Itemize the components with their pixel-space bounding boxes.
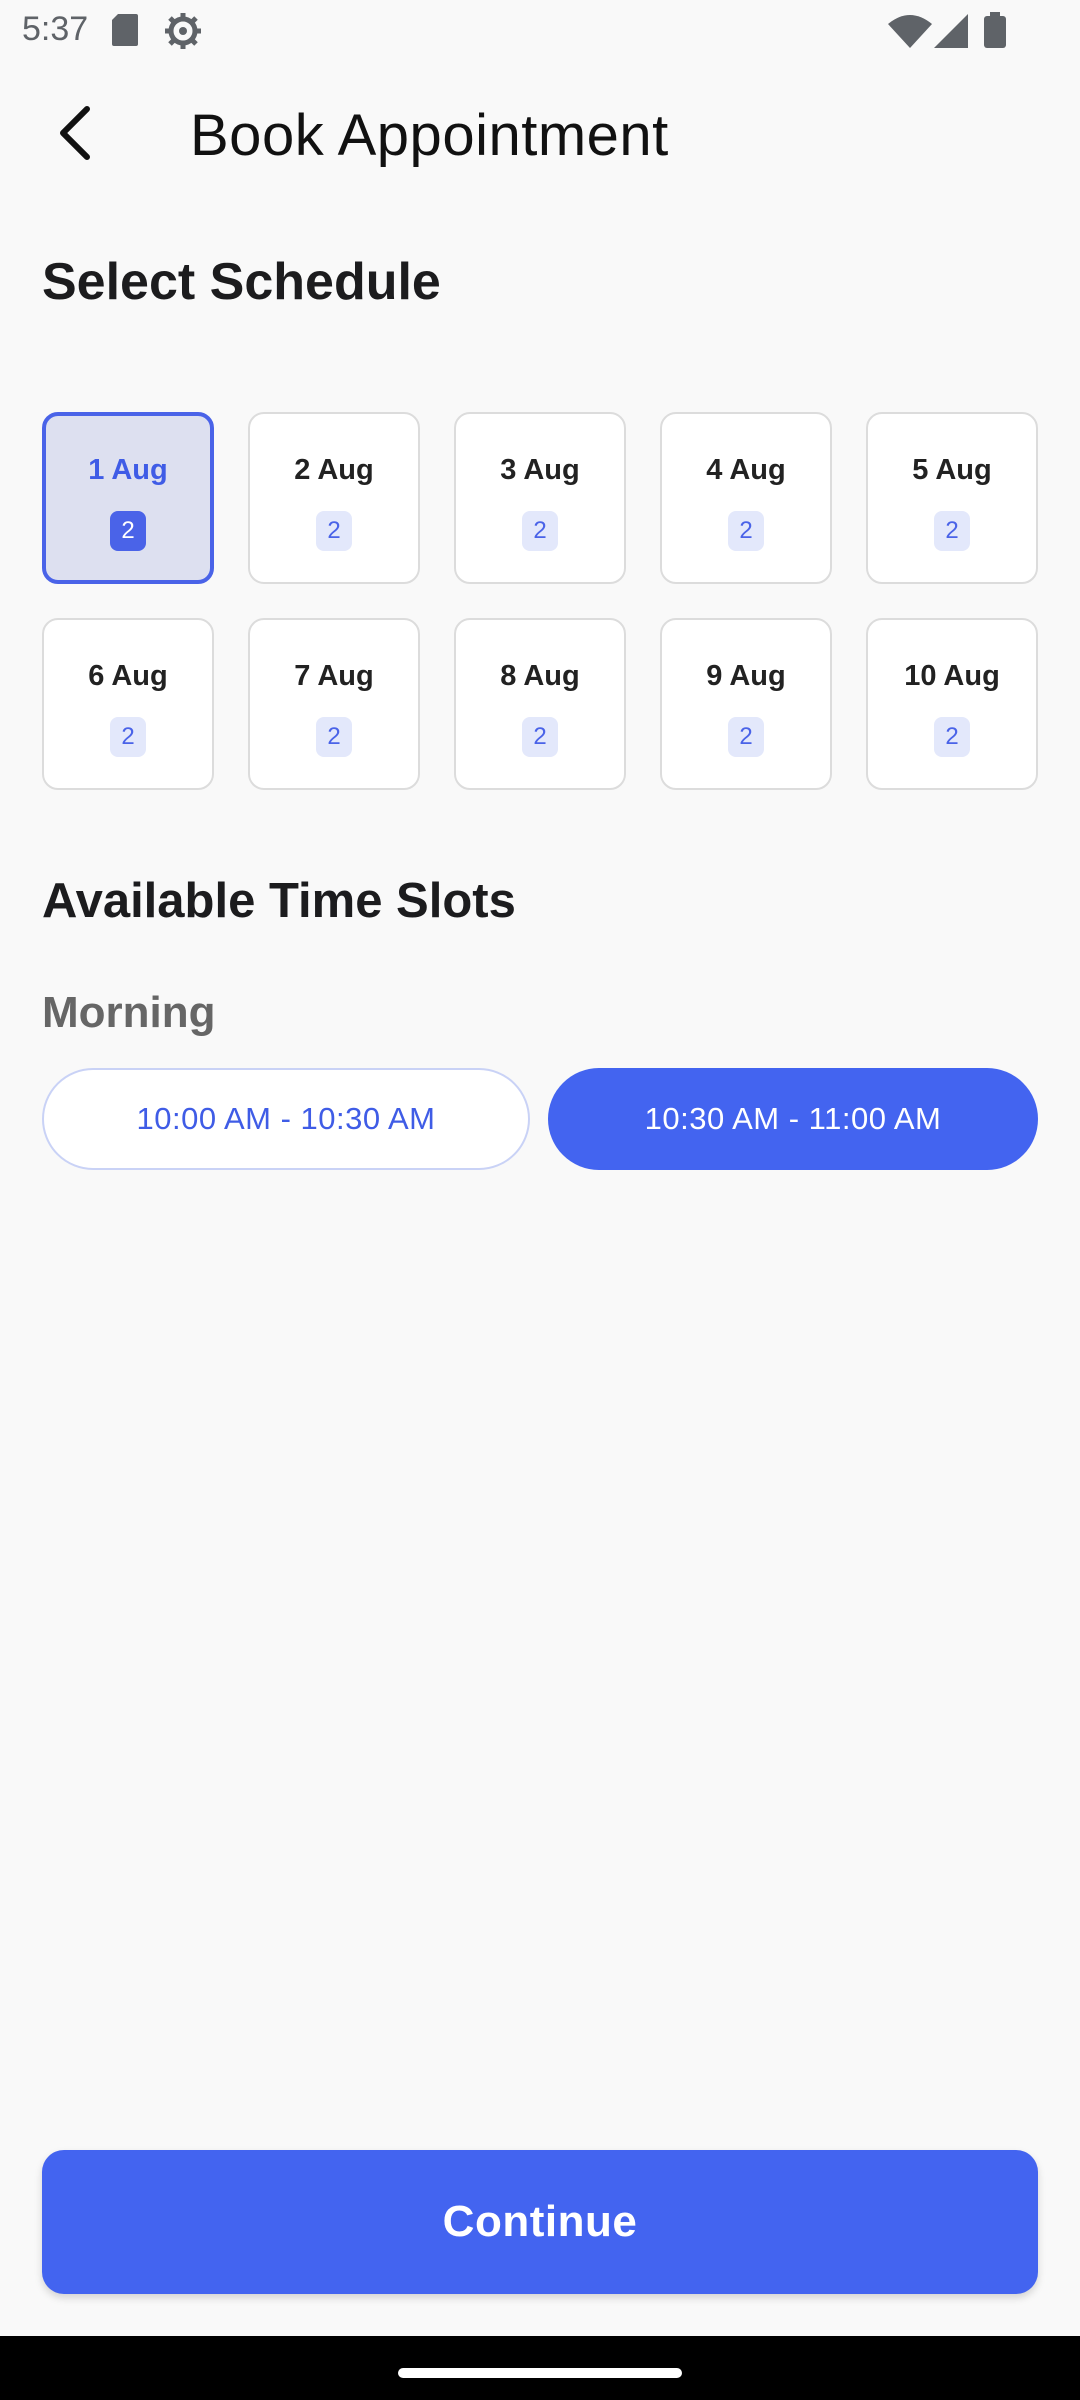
slot-count-badge: 2	[934, 511, 970, 551]
chevron-left-icon	[55, 105, 95, 166]
date-label: 5 Aug	[912, 454, 992, 486]
time-slot-1030-1100[interactable]: 10:30 AM - 11:00 AM	[548, 1068, 1038, 1170]
gear-icon	[164, 12, 202, 50]
date-label: 1 Aug	[88, 454, 168, 486]
signal-icon	[934, 14, 968, 48]
date-label: 7 Aug	[294, 660, 374, 692]
date-card-8-aug[interactable]: 8 Aug 2	[454, 618, 626, 790]
slot-count-badge: 2	[110, 511, 146, 551]
slot-count-badge: 2	[728, 511, 764, 551]
home-indicator[interactable]	[398, 2368, 682, 2378]
morning-label: Morning	[42, 988, 216, 1037]
date-label: 2 Aug	[294, 454, 374, 486]
date-label: 4 Aug	[706, 454, 786, 486]
system-nav-bar	[0, 2336, 1080, 2400]
date-card-4-aug[interactable]: 4 Aug 2	[660, 412, 832, 584]
slot-count-badge: 2	[934, 717, 970, 757]
date-card-7-aug[interactable]: 7 Aug 2	[248, 618, 420, 790]
back-button[interactable]	[40, 100, 110, 170]
date-card-2-aug[interactable]: 2 Aug 2	[248, 412, 420, 584]
date-label: 3 Aug	[500, 454, 580, 486]
status-time: 5:37	[22, 10, 89, 48]
date-card-9-aug[interactable]: 9 Aug 2	[660, 618, 832, 790]
slot-count-badge: 2	[522, 717, 558, 757]
schedule-section-title: Select Schedule	[42, 253, 441, 311]
date-grid: 1 Aug 2 2 Aug 2 3 Aug 2 4 Aug 2 5 Aug 2 6 Aug 2 7 Au…	[42, 412, 1038, 790]
slot-count-badge: 2	[522, 511, 558, 551]
slot-count-badge: 2	[316, 717, 352, 757]
slot-count-badge: 2	[316, 511, 352, 551]
date-label: 8 Aug	[500, 660, 580, 692]
slot-count-badge: 2	[728, 717, 764, 757]
slot-count-badge: 2	[110, 717, 146, 757]
date-card-10-aug[interactable]: 10 Aug 2	[866, 618, 1038, 790]
date-card-6-aug[interactable]: 6 Aug 2	[42, 618, 214, 790]
date-card-3-aug[interactable]: 3 Aug 2	[454, 412, 626, 584]
status-bar: 5:37	[0, 0, 1080, 62]
date-card-5-aug[interactable]: 5 Aug 2	[866, 412, 1038, 584]
page-title: Book Appointment	[190, 103, 669, 168]
date-card-1-aug[interactable]: 1 Aug 2	[42, 412, 214, 584]
time-slots-section-title: Available Time Slots	[42, 874, 516, 928]
sd-card-icon	[112, 14, 138, 46]
date-label: 9 Aug	[706, 660, 786, 692]
date-label: 10 Aug	[904, 660, 1000, 692]
battery-icon	[984, 12, 1006, 48]
time-slot-1000-1030[interactable]: 10:00 AM - 10:30 AM	[42, 1068, 530, 1170]
date-label: 6 Aug	[88, 660, 168, 692]
wifi-icon	[888, 14, 932, 48]
continue-button[interactable]: Continue	[42, 2150, 1038, 2294]
